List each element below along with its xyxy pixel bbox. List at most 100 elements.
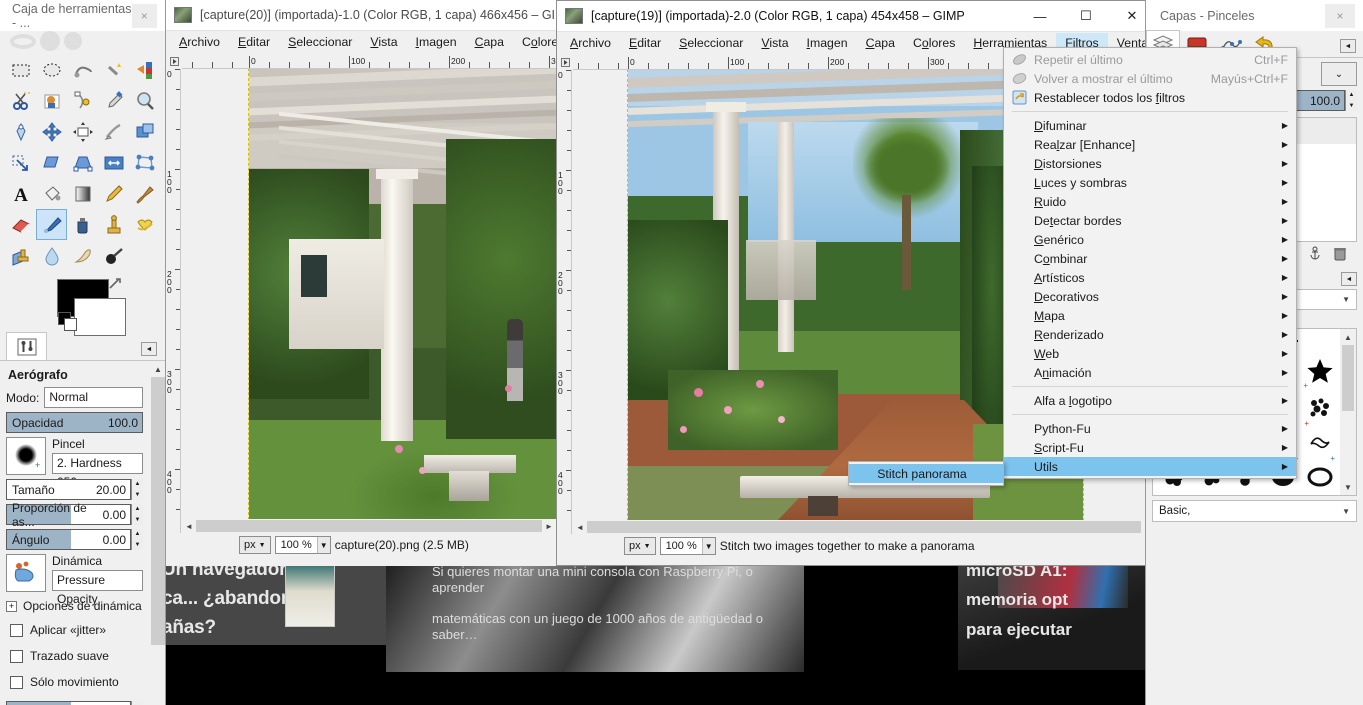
menu-item-difuminar[interactable]: Difuminar ▶ bbox=[1004, 116, 1296, 135]
ink-tool[interactable] bbox=[67, 209, 98, 240]
menu-item-ruido[interactable]: Ruido ▶ bbox=[1004, 192, 1296, 211]
menu-editar[interactable]: Editar bbox=[620, 33, 670, 54]
paths-tool[interactable] bbox=[67, 85, 98, 116]
opacity-slider[interactable]: Opacidad 100.0 bbox=[6, 412, 143, 433]
window1-hscroll-thumb[interactable] bbox=[196, 520, 542, 532]
image-window-capture20[interactable]: [capture(20)] (importada)-1.0 (Color RGB… bbox=[166, 0, 613, 566]
window1-titlebar[interactable]: [capture(20)] (importada)-1.0 (Color RGB… bbox=[166, 0, 556, 31]
dynamics-preview-button[interactable] bbox=[6, 554, 46, 592]
menu-archivo[interactable]: Archivo bbox=[561, 33, 620, 54]
blur-sharpen-tool[interactable] bbox=[36, 240, 67, 271]
menu-item-restablecer-filtros[interactable]: Restablecer todos los filtros bbox=[1004, 88, 1296, 107]
perspective-clone-tool[interactable] bbox=[5, 240, 36, 271]
rotate-tool[interactable] bbox=[5, 147, 36, 178]
menu-item-repetir-ultimo[interactable]: Repetir el último Ctrl+F bbox=[1004, 50, 1296, 69]
size-slider[interactable]: Tamaño 20.00 bbox=[6, 479, 131, 500]
menu-capa[interactable]: Capa bbox=[857, 33, 904, 54]
size-stepper[interactable]: ▲ ▼ bbox=[131, 479, 143, 500]
filters-menu[interactable]: Repetir el último Ctrl+F Volver a mostra… bbox=[1003, 47, 1297, 479]
brush-cell[interactable]: + bbox=[1301, 390, 1338, 428]
tool-options-scrollbar[interactable]: ▲ bbox=[151, 361, 165, 696]
anchor-icon[interactable] bbox=[1307, 246, 1323, 265]
motion-only-row[interactable]: Sólo movimiento bbox=[6, 671, 159, 693]
dodge-burn-tool[interactable] bbox=[98, 240, 129, 271]
window2-zoom-field[interactable]: 100 % ▼ bbox=[659, 537, 716, 555]
dynamics-row[interactable]: Dinámica Pressure Opacity bbox=[6, 554, 159, 606]
size-row[interactable]: Tamaño 20.00 ▲ ▼ bbox=[6, 479, 159, 500]
heal-tool[interactable] bbox=[129, 209, 160, 240]
window2-scroll-left[interactable]: ◄ bbox=[573, 520, 587, 534]
brush-scroll-thumb[interactable] bbox=[1342, 345, 1354, 411]
pencil-tool[interactable] bbox=[98, 178, 129, 209]
motion-only-checkbox[interactable] bbox=[10, 675, 23, 689]
fuzzy-select-tool[interactable] bbox=[98, 54, 129, 85]
window1-horizontal-scrollbar[interactable]: ◄ ► bbox=[182, 519, 556, 533]
brush-cell[interactable]: + bbox=[1301, 426, 1338, 463]
aspect-stepper[interactable]: ▲ ▼ bbox=[131, 504, 143, 525]
menu-item-utils[interactable]: Utils ▶ bbox=[1004, 457, 1296, 476]
angle-row[interactable]: Ángulo 0.00 ▲ ▼ bbox=[6, 529, 159, 550]
menu-item-stitch-panorama[interactable]: Stitch panorama bbox=[849, 464, 1003, 483]
brush-cell[interactable] bbox=[1301, 331, 1338, 353]
toolbox-titlebar[interactable]: Caja de herramientas - ... × bbox=[0, 0, 165, 31]
smooth-stroke-row[interactable]: Trazado suave bbox=[6, 645, 159, 667]
smudge-tool[interactable] bbox=[67, 240, 98, 271]
window2-hscroll-thumb[interactable] bbox=[587, 521, 1141, 533]
window2-horizontal-scrollbar[interactable]: ◄ ► bbox=[573, 520, 1155, 534]
aspect-row[interactable]: Proporción de as... 0.00 ▲ ▼ bbox=[6, 501, 159, 529]
window1-unit-combo[interactable]: px ▼ bbox=[239, 536, 271, 554]
menu-item-combinar[interactable]: Combinar ▶ bbox=[1004, 249, 1296, 268]
tool-options-panel[interactable]: Aerógrafo Modo: Normal Opacidad 100.0 + … bbox=[0, 361, 165, 705]
perspective-tool[interactable] bbox=[67, 147, 98, 178]
menu-editar[interactable]: Editar bbox=[229, 32, 279, 53]
menu-vista[interactable]: Vista bbox=[361, 32, 406, 53]
angle-stepper[interactable]: ▲ ▼ bbox=[131, 529, 143, 550]
menu-item-alfa-logotipo[interactable]: Alfa a logotipo ▶ bbox=[1004, 391, 1296, 410]
brush-scroll-down[interactable]: ▼ bbox=[1340, 481, 1356, 493]
menu-item-web[interactable]: Web ▶ bbox=[1004, 344, 1296, 363]
menu-imagen[interactable]: Imagen bbox=[407, 32, 466, 53]
menu-seleccionar[interactable]: Seleccionar bbox=[670, 33, 752, 54]
options-scroll-thumb[interactable] bbox=[151, 377, 165, 645]
crop-tool[interactable] bbox=[98, 116, 129, 147]
angle-slider[interactable]: Ángulo 0.00 bbox=[6, 529, 131, 550]
menu-item-volver-mostrar-ultimo[interactable]: Volver a mostrar el último Mayús+Ctrl+F bbox=[1004, 69, 1296, 88]
window2-titlebar[interactable]: [capture(19)] (importada)-2.0 (Color RGB… bbox=[557, 1, 1155, 32]
default-colors-bg[interactable] bbox=[64, 318, 77, 331]
mode-select[interactable]: Normal bbox=[44, 387, 143, 408]
mode-row[interactable]: Modo: Normal bbox=[6, 387, 159, 408]
menu-archivo[interactable]: Archivo bbox=[170, 32, 229, 53]
right-dock-collapse-button[interactable]: ◄ bbox=[1340, 39, 1356, 53]
menu-item-distorsiones[interactable]: Distorsiones ▶ bbox=[1004, 154, 1296, 173]
brush-set-selector[interactable]: Basic, ▼ bbox=[1152, 500, 1357, 522]
transform-tool[interactable] bbox=[129, 116, 160, 147]
apply-jitter-row[interactable]: Aplicar «jitter» bbox=[6, 619, 159, 641]
toolbox-close-button[interactable]: × bbox=[131, 3, 157, 28]
rate-stepper[interactable]: ▲ bbox=[131, 700, 143, 705]
background-color-swatch[interactable] bbox=[74, 298, 126, 336]
opacity-row[interactable]: Opacidad 100.0 bbox=[6, 412, 159, 433]
window1-scroll-right[interactable]: ► bbox=[542, 519, 556, 533]
brush-row[interactable]: + Pincel 2. Hardness 050 bbox=[6, 437, 159, 489]
menu-item-renderizado[interactable]: Renderizado ▶ bbox=[1004, 325, 1296, 344]
color-swatch-area[interactable] bbox=[0, 271, 165, 336]
web-article-card-center[interactable]: Si quieres montar una mini consola con R… bbox=[386, 560, 804, 672]
chevron-down-icon[interactable]: ▼ bbox=[1342, 295, 1350, 304]
color-picker-tool[interactable] bbox=[98, 85, 129, 116]
menu-item-generico[interactable]: Genérico ▶ bbox=[1004, 230, 1296, 249]
align-tool[interactable] bbox=[67, 116, 98, 147]
dynamics-select[interactable]: Pressure Opacity bbox=[52, 570, 143, 606]
right-dock-close-button[interactable]: × bbox=[1325, 3, 1355, 28]
window1-zoom-field[interactable]: 100 % ▼ bbox=[274, 536, 331, 554]
menu-item-python-fu[interactable]: Python-Fu ▶ bbox=[1004, 419, 1296, 438]
text-tool[interactable]: A bbox=[5, 178, 36, 209]
aspect-slider[interactable]: Proporción de as... 0.00 bbox=[6, 501, 131, 529]
window2-unit-combo[interactable]: px ▼ bbox=[624, 537, 656, 555]
options-scroll-up[interactable]: ▲ bbox=[151, 361, 165, 377]
toolbox-collapse-button[interactable]: ◄ bbox=[141, 342, 157, 356]
menu-vista[interactable]: Vista bbox=[752, 33, 797, 54]
menu-seleccionar[interactable]: Seleccionar bbox=[279, 32, 361, 53]
menu-item-realzar[interactable]: Realzar [Enhance] ▶ bbox=[1004, 135, 1296, 154]
menu-item-mapa[interactable]: Mapa ▶ bbox=[1004, 306, 1296, 325]
paintbrush-tool[interactable] bbox=[129, 178, 160, 209]
